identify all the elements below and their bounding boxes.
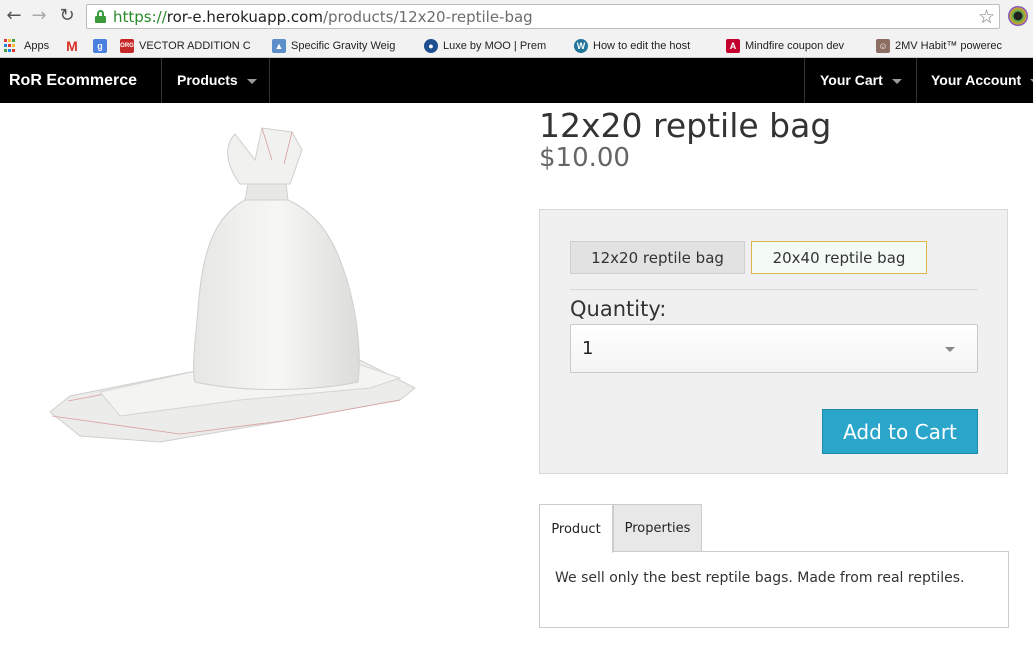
- forward-arrow-icon[interactable]: →: [29, 6, 49, 26]
- bookmark-label: Apps: [24, 40, 50, 52]
- bookmark-star-icon[interactable]: ☆: [978, 6, 995, 28]
- product-description: We sell only the best reptile bags. Made…: [555, 570, 965, 586]
- bookmark-google[interactable]: g: [93, 37, 113, 55]
- quantity-select[interactable]: 1: [570, 324, 978, 373]
- chevron-down-icon: [891, 78, 902, 84]
- bookmark-label: Specific Gravity Weig: [291, 40, 396, 52]
- bookmark-wordpress[interactable]: W How to edit the host: [574, 37, 710, 55]
- bookmark-label: How to edit the host: [593, 40, 691, 52]
- lock-icon: [95, 10, 106, 23]
- reptile-bag-image: [49, 127, 416, 443]
- cart-label: Your Cart: [820, 72, 883, 88]
- product-title: 12x20 reptile bag: [539, 106, 832, 145]
- account-label: Your Account: [931, 72, 1022, 88]
- url-text[interactable]: https://ror-e.herokuapp.com/products/12x…: [113, 8, 533, 26]
- chevron-down-icon: [246, 78, 257, 84]
- cart-menu[interactable]: Your Cart: [820, 72, 902, 88]
- nav-divider: [161, 58, 162, 103]
- nav-divider: [804, 58, 805, 103]
- tab-panel: We sell only the best reptile bags. Made…: [539, 551, 1009, 628]
- moo-icon: ●: [424, 39, 438, 53]
- tab-properties[interactable]: Properties: [613, 504, 702, 552]
- products-menu[interactable]: Products: [177, 72, 257, 88]
- angular-icon: A: [726, 39, 740, 53]
- variant-20x40-button[interactable]: 20x40 reptile bag: [751, 241, 927, 274]
- bookmark-moo[interactable]: ● Luxe by MOO | Prem: [424, 37, 560, 55]
- google-icon: g: [93, 39, 107, 53]
- bookmark-vector-addition[interactable]: ORG VECTOR ADDITION C: [120, 37, 258, 55]
- wordpress-icon: W: [574, 39, 588, 53]
- bookmark-label: Mindfire coupon dev: [745, 40, 845, 52]
- back-arrow-icon[interactable]: ←: [4, 6, 24, 26]
- chevron-down-icon: [945, 347, 955, 352]
- bookmark-habit[interactable]: ☺ 2MV Habit™ powerec: [876, 37, 1016, 55]
- variant-12x20-button[interactable]: 12x20 reptile bag: [570, 241, 745, 274]
- divider: [570, 289, 978, 290]
- url-host: ror-e.herokuapp.com: [166, 8, 323, 26]
- org-icon: ORG: [120, 39, 134, 53]
- account-menu[interactable]: Your Account: [931, 72, 1033, 88]
- site-navbar: RoR Ecommerce Products Your Cart Your Ac…: [0, 58, 1033, 103]
- quantity-value: 1: [582, 338, 594, 359]
- brand-link[interactable]: RoR Ecommerce: [9, 72, 137, 90]
- address-bar[interactable]: https://ror-e.herokuapp.com/products/12x…: [86, 4, 1000, 29]
- bookmarks-bar: Apps M g ORG VECTOR ADDITION C ▲ Specifi…: [0, 33, 1033, 58]
- purchase-panel: 12x20 reptile bag 20x40 reptile bag Quan…: [539, 209, 1008, 474]
- reload-icon[interactable]: ↻: [57, 6, 77, 26]
- quantity-label: Quantity:: [570, 297, 667, 321]
- bookmark-label: Luxe by MOO | Prem: [443, 40, 547, 52]
- nav-divider: [916, 58, 917, 103]
- url-path: /products/12x20-reptile-bag: [322, 8, 533, 26]
- page-icon: ▲: [272, 39, 286, 53]
- browser-toolbar: ← → ↻ https://ror-e.herokuapp.com/produc…: [0, 0, 1033, 33]
- bookmark-label: VECTOR ADDITION C: [139, 40, 251, 52]
- nav-divider: [269, 58, 270, 103]
- add-to-cart-button[interactable]: Add to Cart: [822, 409, 978, 454]
- bookmark-mindfire[interactable]: A Mindfire coupon dev: [726, 37, 860, 55]
- bookmark-label: 2MV Habit™ powerec: [895, 40, 1002, 52]
- apps-grid-icon: [4, 39, 18, 53]
- tab-product[interactable]: Product: [539, 504, 613, 553]
- products-label: Products: [177, 72, 238, 88]
- product-price: $10.00: [539, 143, 630, 173]
- gmail-icon: M: [66, 38, 78, 54]
- bookmark-apps[interactable]: Apps: [4, 37, 54, 55]
- product-tabs: Product Properties We sell only the best…: [539, 504, 1009, 628]
- url-scheme: https://: [113, 8, 167, 26]
- bookmark-specific-gravity[interactable]: ▲ Specific Gravity Weig: [272, 37, 412, 55]
- extension-icon[interactable]: [1008, 6, 1028, 26]
- bookmark-gmail[interactable]: M: [65, 37, 85, 55]
- habit-icon: ☺: [876, 39, 890, 53]
